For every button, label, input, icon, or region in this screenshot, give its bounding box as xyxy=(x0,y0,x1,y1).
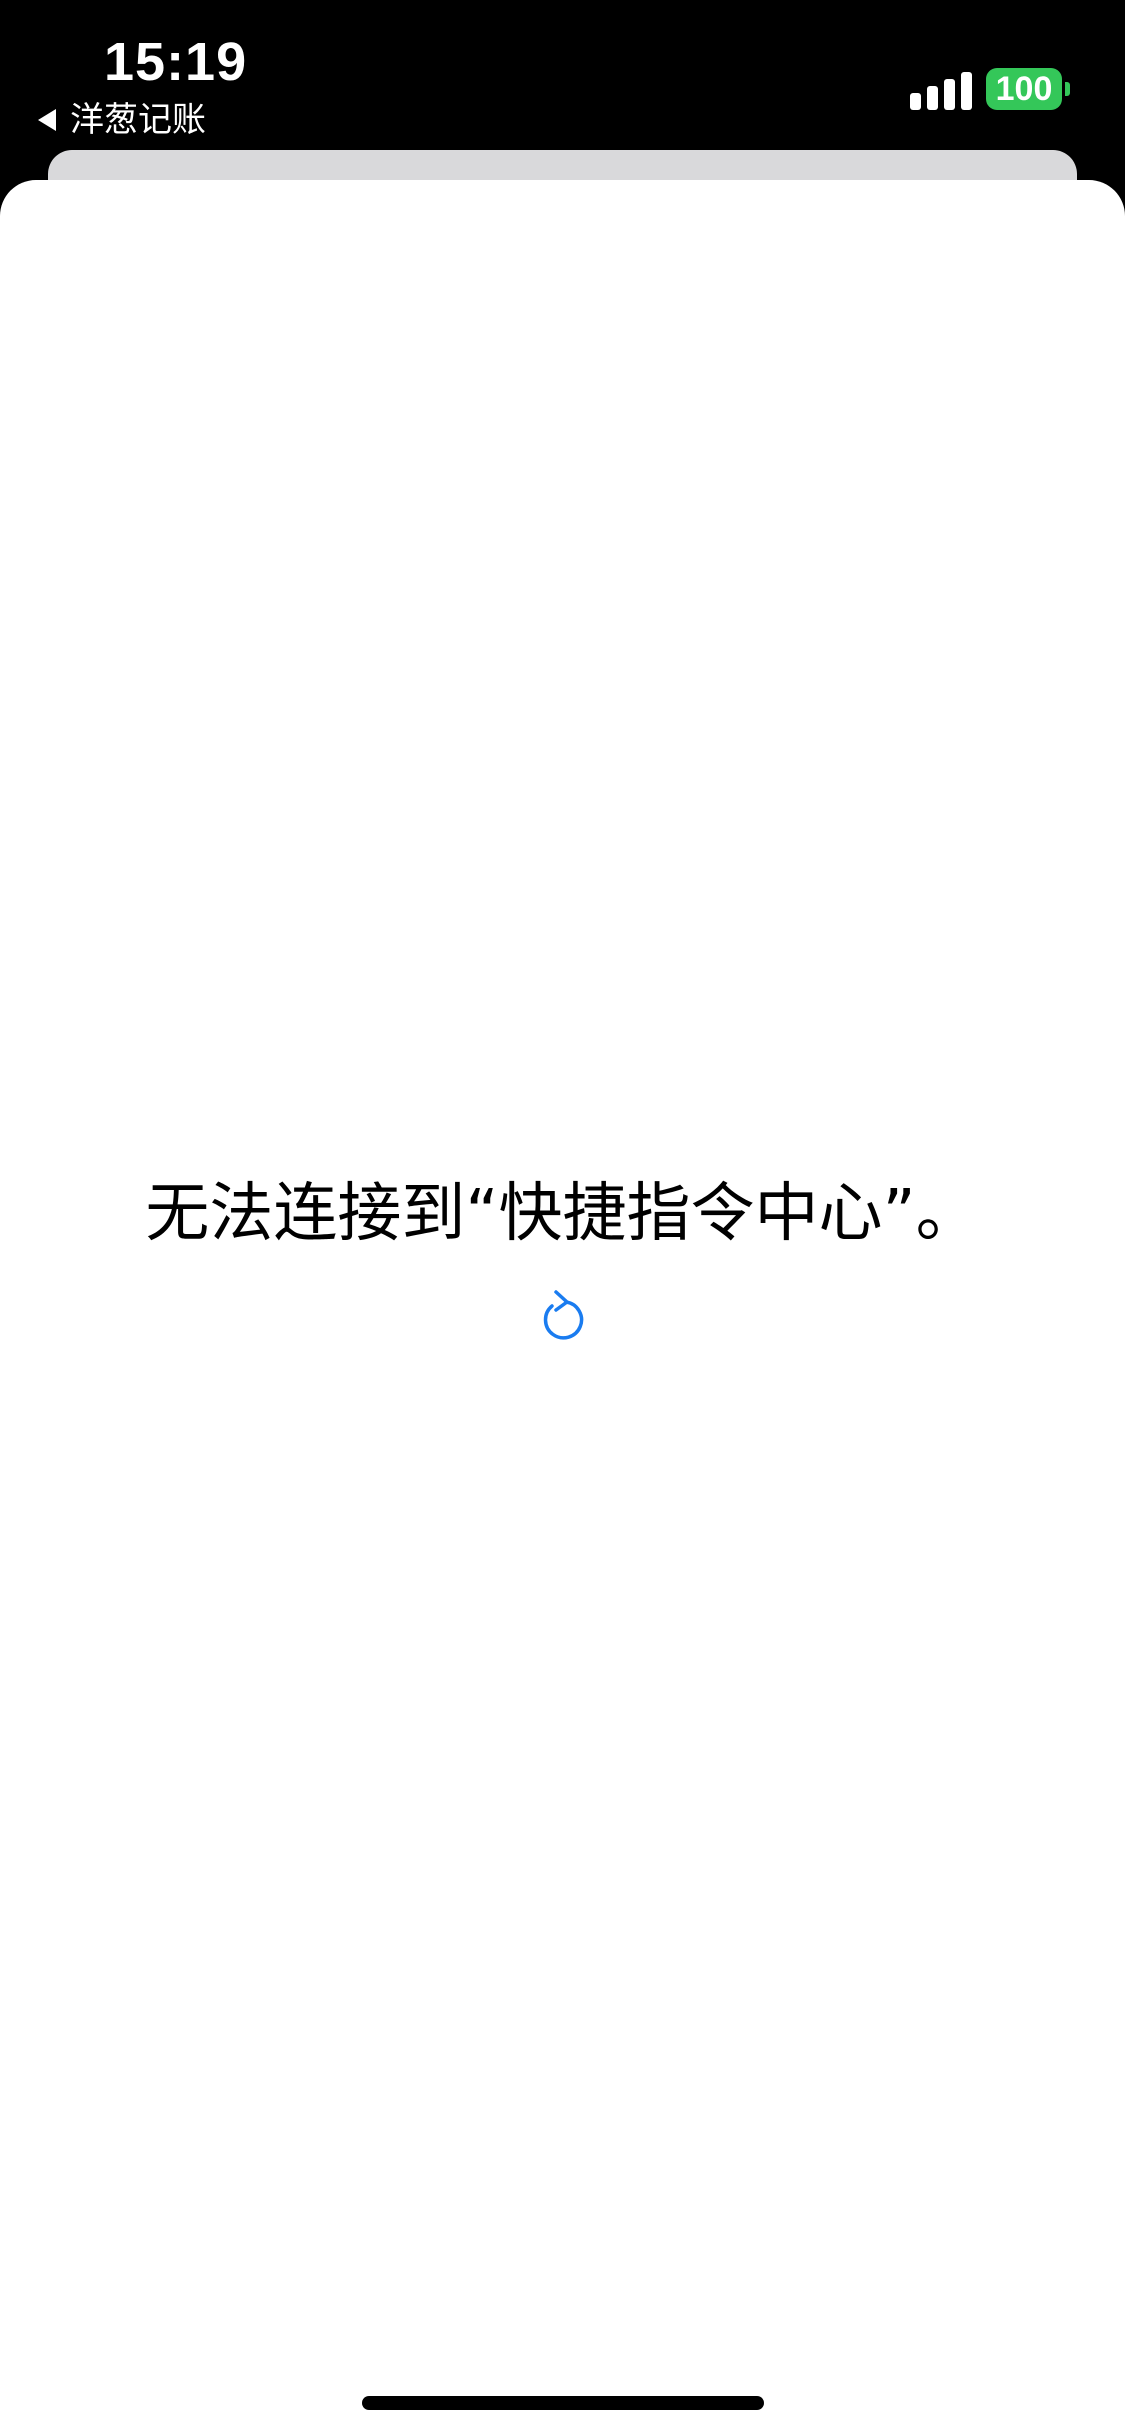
home-indicator[interactable] xyxy=(362,2396,764,2410)
reload-icon xyxy=(543,1290,584,1340)
signal-bar xyxy=(927,86,938,110)
screen: 15:19 洋葱记账 100 无法连接到“快捷指令中心”。 xyxy=(0,0,1125,2436)
battery-tip xyxy=(1065,82,1070,96)
reload-button[interactable] xyxy=(532,1284,592,1344)
cellular-signal-icon xyxy=(910,66,972,110)
signal-bar xyxy=(961,72,972,110)
signal-bar xyxy=(910,93,921,110)
signal-bar xyxy=(944,79,955,110)
battery-icon: 100 xyxy=(986,68,1062,110)
back-caret-icon xyxy=(38,109,56,131)
connection-error-message: 无法连接到“快捷指令中心”。 xyxy=(145,1177,980,1251)
back-to-app-button[interactable]: 洋葱记账 xyxy=(38,98,206,142)
status-time: 15:19 xyxy=(104,32,248,92)
back-app-label: 洋葱记账 xyxy=(70,100,206,140)
